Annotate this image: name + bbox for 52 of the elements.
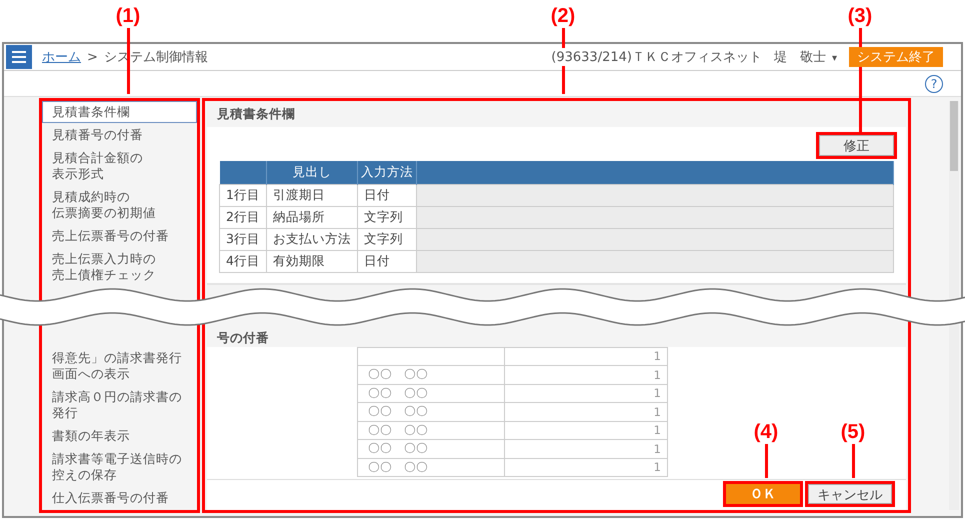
table-cell: 引渡期日	[266, 184, 358, 206]
sidebar-item[interactable]: 見積書条件欄	[42, 101, 197, 123]
sidebar-item[interactable]: 書類の年表示	[42, 425, 197, 447]
callout-label: (3)	[848, 4, 872, 28]
table-cell: 〇〇 〇〇	[358, 421, 504, 440]
table-cell: お支払い方法	[266, 228, 358, 250]
table-cell: 〇〇 〇〇	[358, 440, 504, 458]
table-cell: 納品場所	[266, 206, 358, 228]
table-cell: 4行目	[220, 250, 266, 272]
table-cell: 〇〇 〇〇	[358, 402, 504, 421]
cancel-button[interactable]: キャンセル	[808, 484, 892, 504]
home-link[interactable]: ホーム	[42, 48, 81, 66]
sidebar-item[interactable]: 請求高０円の請求書の 発行	[42, 386, 197, 424]
table-cell: 2行目	[220, 206, 266, 228]
sidebar-item[interactable]: 見積番号の付番	[42, 124, 197, 146]
sidebar-item[interactable]: 仕入伝票番号の付番	[42, 487, 197, 509]
sidebar-item[interactable]: 見積成約時の 伝票摘要の初期値	[42, 186, 197, 224]
sidebar-item[interactable]: 売上伝票入力時の 売上債権チェック	[42, 248, 197, 286]
table-cell: 有効期限	[266, 250, 358, 272]
help-icon[interactable]: ?	[925, 74, 943, 92]
table-cell: 1	[504, 366, 668, 384]
table-cell: 文字列	[357, 206, 416, 228]
table-cell: 1	[504, 384, 668, 402]
table-cell: 1行目	[220, 184, 266, 206]
sidebar-item[interactable]: 請求書等電子送信時の 控えの保存	[42, 448, 197, 486]
callout-label: (5)	[840, 420, 866, 444]
sidebar-item[interactable]: 見積合計金額の 表示形式	[42, 147, 197, 185]
section-title: 号の付番	[216, 328, 270, 346]
sidebar-item[interactable]: 得意先」の請求書発行 画面への表示	[42, 347, 197, 385]
table-cell: 1	[504, 402, 668, 421]
table-cell: 〇〇 〇〇	[358, 384, 504, 402]
table-cell: 1	[504, 440, 668, 458]
callout-label: (4)	[754, 420, 778, 444]
section-title: 見積書条件欄	[216, 105, 296, 123]
table-cell: 3行目	[220, 228, 266, 250]
callout-label: (1)	[116, 4, 140, 28]
table-cell: 文字列	[357, 228, 416, 250]
office-name: (93633/214)ＴＫＣオフィスネット	[551, 48, 762, 66]
table-cell: 1	[504, 347, 668, 366]
edit-button[interactable]: 修正	[819, 135, 894, 156]
table-cell: 1	[504, 421, 668, 440]
table-header: 見出し	[266, 161, 358, 184]
breadcrumb-text: >	[87, 50, 98, 64]
user-menu[interactable]: 堤 敬士 ▾	[768, 48, 843, 66]
table-cell: 日付	[357, 250, 416, 272]
table-cell: 日付	[357, 184, 416, 206]
table-header: 入力方法	[357, 161, 416, 184]
table-cell: 〇〇 〇〇	[358, 366, 504, 384]
callout-label: (2)	[550, 4, 576, 28]
table-cell: 〇〇 〇〇	[358, 458, 504, 476]
sidebar-item[interactable]: 売上伝票番号の付番	[42, 225, 197, 247]
table-cell: 1	[504, 458, 668, 476]
